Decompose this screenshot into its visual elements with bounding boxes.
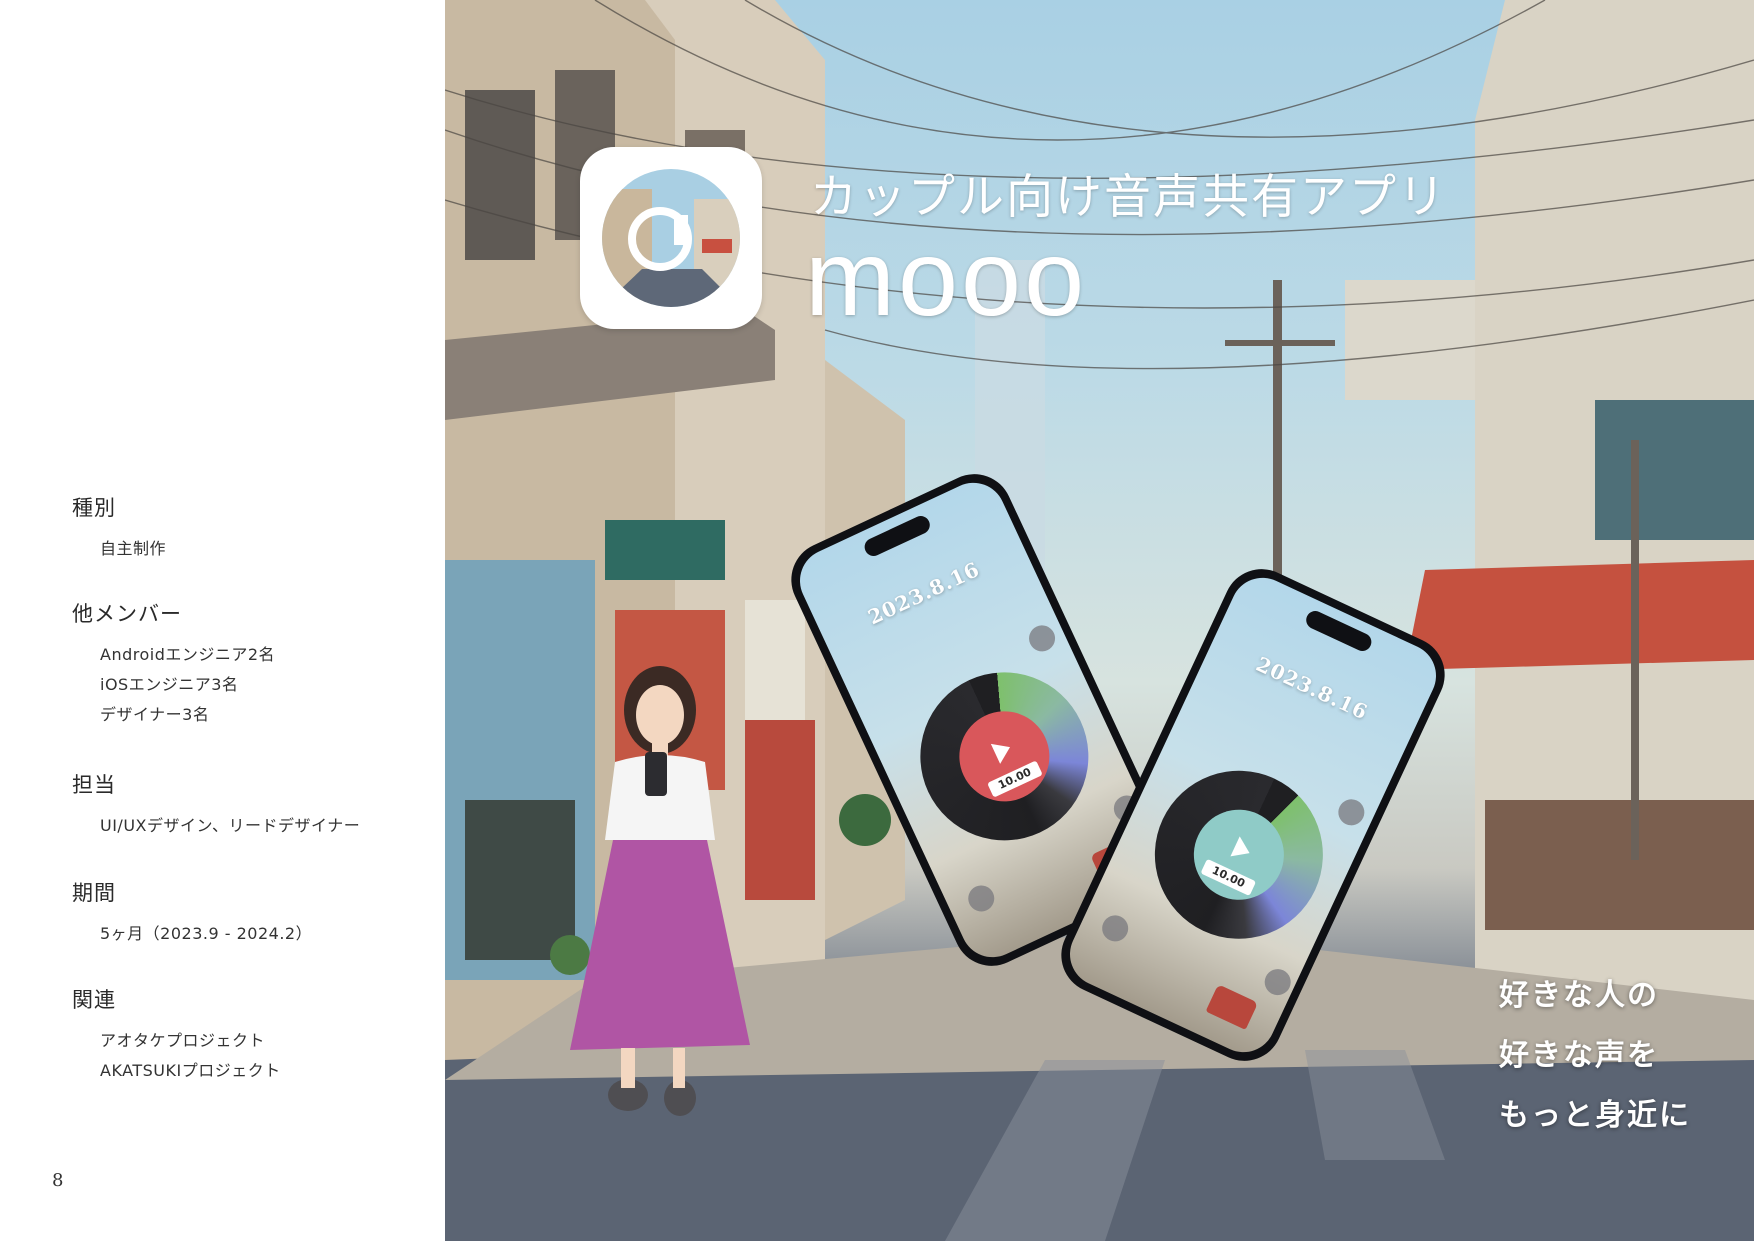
record-label: 10.00 [944, 696, 1065, 817]
catchcopy-line: 好きな人の [1499, 978, 1659, 1013]
phone-date: 2023.8.16 [864, 556, 984, 630]
section-item: アオタケプロジェクト [100, 1031, 266, 1050]
app-icon-disc [602, 169, 740, 307]
poster: カップル向け音声共有アプリ mooo 2023.8.16 10.00 2023.… [445, 0, 1754, 1241]
record-disc: 10.00 [892, 644, 1117, 869]
app-icon-scene [602, 169, 740, 307]
section-item: Androidエンジニア2名 [100, 645, 276, 664]
section-related: 関連 アオタケプロジェクト AKATSUKIプロジェクト [72, 984, 281, 1086]
record-time: 10.00 [1200, 858, 1257, 897]
section-title: 担当 [72, 773, 116, 797]
car [1205, 984, 1259, 1030]
settings-icon [1334, 795, 1369, 830]
record-time: 10.00 [987, 760, 1043, 798]
record-label: 10.00 [1179, 794, 1299, 915]
section-item: 5ヶ月（2023.9 - 2024.2） [100, 924, 313, 943]
play-icon [990, 737, 1015, 764]
section-period: 期間 5ヶ月（2023.9 - 2024.2） [72, 877, 312, 949]
section-item: デザイナー3名 [100, 705, 210, 724]
refresh-icon [1260, 964, 1295, 1000]
catchcopy: 好きな人の 好きな声を もっと身近に [1499, 966, 1691, 1146]
section-title: 種別 [72, 496, 116, 520]
play-icon [1230, 836, 1255, 864]
info-panel: 種別 自主制作 他メンバー Androidエンジニア2名 iOSエンジニア3名 … [0, 0, 445, 1241]
section-title: 関連 [72, 988, 116, 1012]
section-title: 他メンバー [72, 602, 182, 626]
section-role: 担当 UI/UXデザイン、リードデザイナー [72, 769, 360, 841]
page-number: 8 [52, 1170, 64, 1191]
menu-icon [1097, 911, 1133, 946]
settings-icon [1024, 621, 1060, 656]
app-icon [580, 147, 762, 329]
record-disc: 10.00 [1127, 743, 1351, 967]
section-item: AKATSUKIプロジェクト [100, 1061, 281, 1080]
app-name: mooo [805, 217, 1088, 338]
phone-date: 2023.8.16 [1252, 651, 1372, 725]
menu-icon [963, 881, 999, 916]
section-members: 他メンバー Androidエンジニア2名 iOSエンジニア3名 デザイナー3名 [72, 598, 275, 730]
section-item: 自主制作 [100, 539, 167, 558]
section-title: 期間 [72, 881, 116, 905]
section-item: iOSエンジニア3名 [100, 675, 239, 694]
catchcopy-line: もっと身近に [1499, 1098, 1691, 1133]
section-type: 種別 自主制作 [72, 492, 166, 564]
catchcopy-line: 好きな声を [1499, 1038, 1659, 1073]
section-item: UI/UXデザイン、リードデザイナー [100, 816, 361, 835]
